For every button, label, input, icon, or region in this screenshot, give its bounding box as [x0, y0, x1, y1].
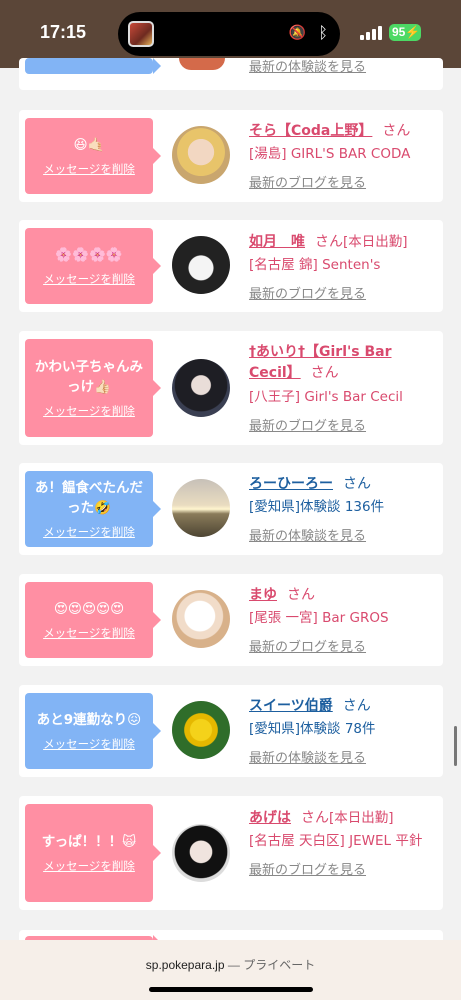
delete-message-link[interactable]: メッセージを削除	[43, 736, 135, 752]
address-bar[interactable]: sp.pokepara.jp — プライベート	[0, 956, 461, 973]
delete-message-link[interactable]: メッセージを削除	[43, 858, 135, 874]
avatar[interactable]	[172, 126, 230, 184]
latest-blog-link[interactable]: 最新のブログを見る	[249, 172, 439, 191]
list-item: 🌸🌸🌸🌸 メッセージを削除 如月 唯さん[本日出勤] [名古屋 錦] Sente…	[19, 220, 443, 312]
delete-message-link[interactable]: メッセージを削除	[43, 271, 135, 287]
avatar[interactable]	[172, 359, 230, 417]
avatar[interactable]	[179, 58, 225, 70]
delete-message-link[interactable]: メッセージを削除	[43, 403, 135, 419]
latest-review-link[interactable]: 最新の体験談を見る	[249, 747, 439, 766]
message-bubble: 😍😍😍😍😍 メッセージを削除	[25, 582, 161, 658]
message-bubble: 😆🤙🏻 メッセージを削除	[25, 118, 161, 194]
latest-blog-link[interactable]: 最新のブログを見る	[249, 859, 439, 878]
message-text: 🌸🌸🌸🌸	[55, 247, 123, 263]
working-today-badge: [本日出勤]	[343, 234, 408, 250]
list-item: 😆🤙🏻 メッセージを削除 そら【Coda上野】 さん [湯島] GIRL'S BA…	[19, 110, 443, 202]
working-today-badge: [本日出勤]	[329, 810, 394, 826]
avatar[interactable]	[172, 590, 230, 648]
user-name-link[interactable]: あげは	[249, 810, 291, 826]
dynamic-island[interactable]: 🔕 ᛒ	[118, 12, 340, 56]
latest-review-link[interactable]: 最新の体験談を見る	[249, 56, 439, 75]
delete-message-link[interactable]: メッセージを削除	[43, 524, 135, 540]
latest-blog-link[interactable]: 最新のブログを見る	[249, 636, 439, 655]
message-text: あ！饂食べたんだった🤣	[35, 480, 143, 516]
bell-slash-icon: 🔕	[288, 25, 306, 41]
message-text: 😍😍😍😍😍	[53, 601, 125, 617]
status-time: 17:15	[40, 22, 87, 42]
shop-info: [八王子] Girl's Bar Cecil	[249, 389, 403, 405]
user-name-link[interactable]: 如月 唯	[249, 234, 305, 250]
honorific: さん	[310, 365, 339, 381]
now-playing-thumbnail	[128, 21, 154, 47]
latest-blog-link[interactable]: 最新のブログを見る	[249, 415, 439, 434]
user-name-link[interactable]: そら【Coda上野】	[249, 123, 372, 139]
delete-message-link[interactable]: メッセージを削除	[43, 161, 135, 177]
list-item-partial: 最新の体験談を見る	[19, 58, 443, 90]
message-bubble: かわい子ちゃんみっけ👍🏻 メッセージを削除	[25, 339, 161, 437]
list-item: あと9連勤なり😖 メッセージを削除 スイーツ伯爵 さん [愛知県]体験談 78件 …	[19, 685, 443, 777]
honorific: さん	[382, 123, 411, 139]
honorific: さん	[315, 234, 343, 250]
list-item: 😍😍😍😍😍 メッセージを削除 まゆ さん [尾張 一宮] Bar GROS 最新の…	[19, 574, 443, 666]
signal-icon	[360, 26, 382, 40]
honorific: さん	[343, 476, 371, 492]
latest-review-link[interactable]: 最新の体験談を見る	[249, 525, 439, 544]
shop-info: [湯島] GIRL'S BAR CODA	[249, 146, 411, 162]
list-item: あ！饂食べたんだった🤣 メッセージを削除 ろーひーろー さん [愛知県]体験談 1…	[19, 463, 443, 555]
shop-info: [名古屋 天白区] JEWEL 平針	[249, 833, 423, 849]
shop-info: [尾張 一宮] Bar GROS	[249, 610, 389, 626]
message-bubble: 🌸🌸🌸🌸 メッセージを削除	[25, 228, 161, 304]
delete-message-link[interactable]: メッセージを削除	[43, 625, 135, 641]
battery-level: 95	[392, 25, 406, 39]
message-bubble: あと9連勤なり😖 メッセージを削除	[25, 693, 161, 769]
avatar[interactable]	[172, 824, 230, 882]
url-domain: sp.pokepara.jp	[145, 958, 225, 972]
user-name-link[interactable]: まゆ	[249, 587, 277, 603]
message-bubble	[25, 58, 161, 74]
avatar[interactable]	[172, 701, 230, 759]
avatar[interactable]	[172, 479, 230, 537]
list-item: かわい子ちゃんみっけ👍🏻 メッセージを削除 †あいり†【Girl's Bar C…	[19, 331, 443, 445]
honorific: さん	[342, 698, 371, 714]
message-bubble: すっぱ！！！🙀 メッセージを削除	[25, 804, 161, 902]
latest-blog-link[interactable]: 最新のブログを見る	[249, 283, 439, 302]
shop-info: [名古屋 錦] Senten's	[249, 257, 381, 273]
message-text: かわい子ちゃんみっけ👍🏻	[35, 359, 143, 395]
private-mode-label: — プライベート	[227, 958, 316, 972]
message-text: あと9連勤なり😖	[36, 712, 142, 728]
home-indicator[interactable]	[149, 987, 313, 992]
list-item: すっぱ！！！🙀 メッセージを削除 あげは さん[本日出勤] [名古屋 天白区] J…	[19, 796, 443, 910]
user-name-link[interactable]: スイーツ伯爵	[249, 698, 333, 714]
honorific: さん	[301, 810, 329, 826]
user-name-link[interactable]: ろーひーろー	[249, 476, 333, 492]
shop-info: [愛知県]体験談 78件	[249, 721, 376, 737]
message-bubble: あ！饂食べたんだった🤣 メッセージを削除	[25, 471, 161, 547]
message-text: すっぱ！！！🙀	[41, 834, 137, 850]
scroll-indicator[interactable]	[454, 726, 457, 766]
message-text: 😆🤙🏻	[73, 137, 105, 153]
bluetooth-icon: ᛒ	[318, 23, 328, 42]
browser-bottom-bar: sp.pokepara.jp — プライベート	[0, 940, 461, 1000]
shop-info: [愛知県]体験談 136件	[249, 499, 385, 515]
honorific: さん	[287, 587, 315, 603]
battery-icon: 95⚡	[389, 24, 421, 41]
avatar[interactable]	[172, 236, 230, 294]
